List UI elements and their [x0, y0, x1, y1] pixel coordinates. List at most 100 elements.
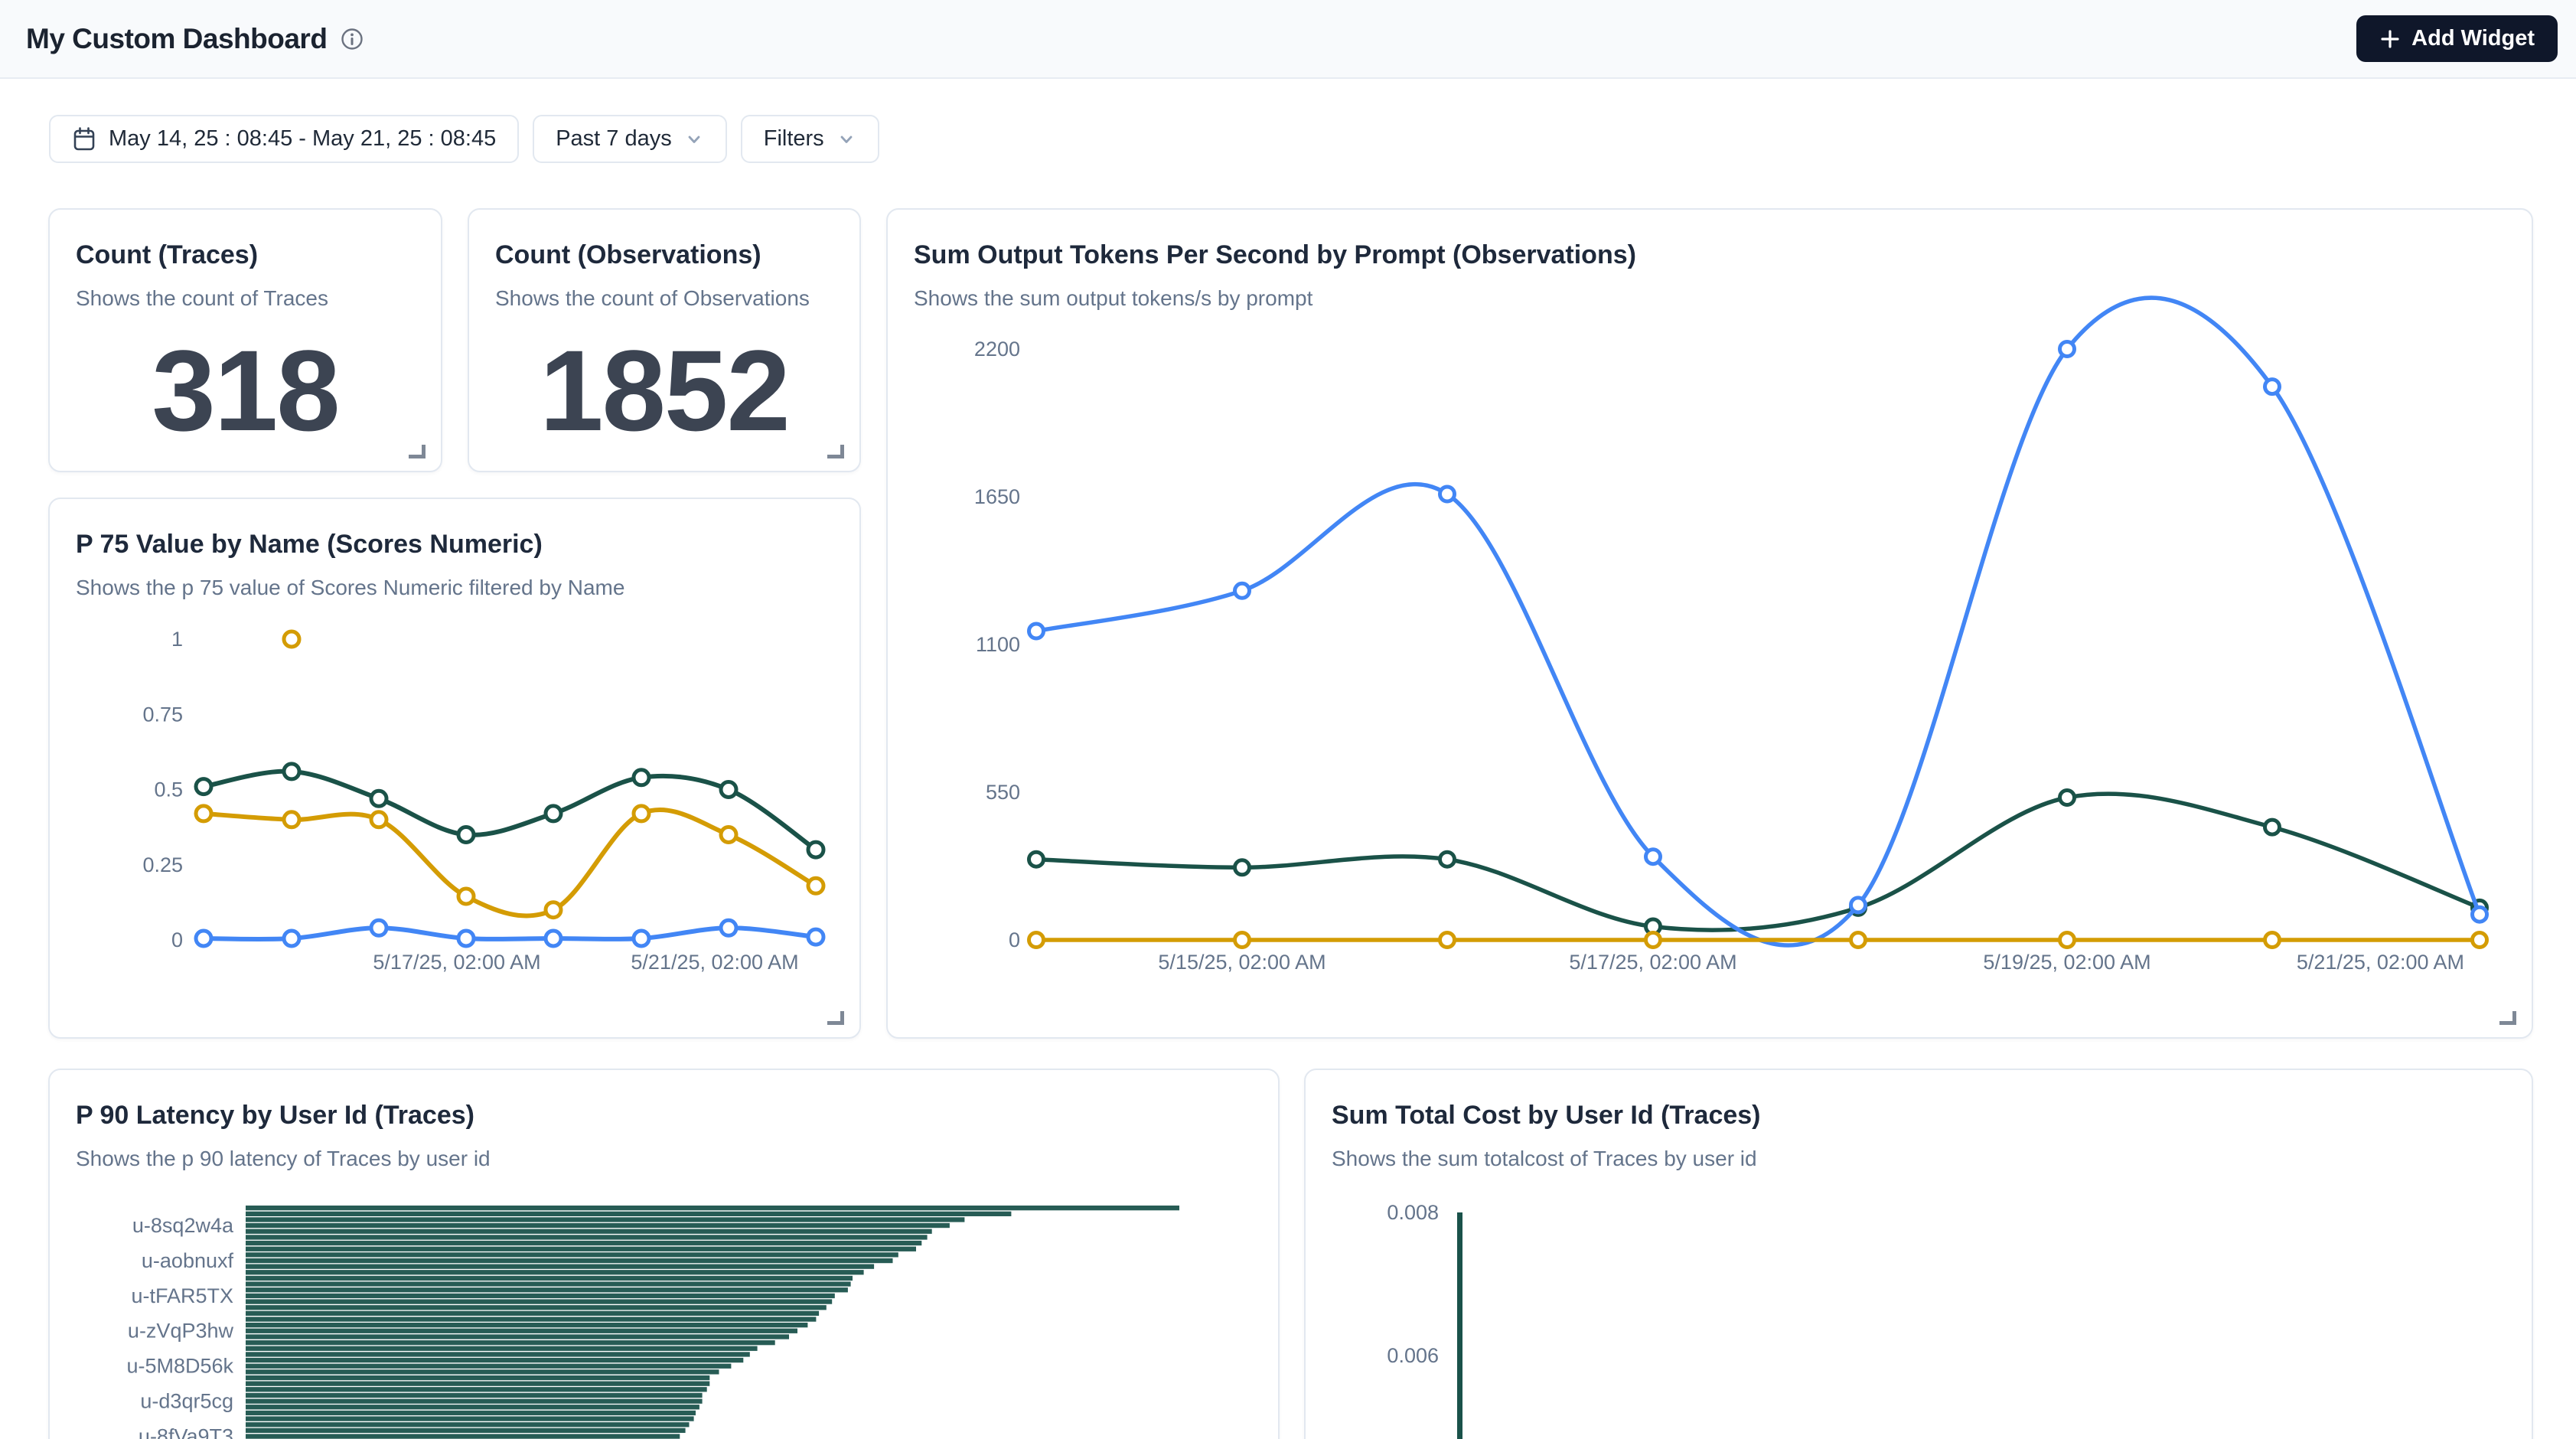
widget-subtitle: Shows the sum output tokens/s by prompt — [914, 286, 2509, 311]
data-point-score-b — [458, 889, 474, 904]
data-point-prompt-b — [1646, 850, 1661, 864]
data-point-score-a — [284, 764, 299, 779]
data-point-prompt-c — [1440, 933, 1455, 948]
latency-bar — [246, 1241, 921, 1245]
plus-icon — [2379, 28, 2401, 50]
latency-bar — [246, 1387, 707, 1392]
latency-bar — [246, 1217, 964, 1222]
chevron-down-icon — [836, 129, 856, 149]
y-tick-label: 2200 — [974, 338, 1020, 361]
filter-bar: May 14, 25 : 08:45 - May 21, 25 : 08:45 … — [49, 115, 879, 163]
chevron-down-icon — [684, 129, 704, 149]
latency-bar — [246, 1352, 750, 1356]
widget-p75-chart: 00.250.50.7515/17/25, 02:00 AM5/21/25, 0… — [48, 498, 861, 1039]
data-point-score-d — [284, 631, 299, 647]
latency-bar — [246, 1264, 874, 1269]
data-point-score-a — [634, 770, 649, 785]
data-point-prompt-b — [1851, 898, 1866, 912]
resize-handle-icon[interactable] — [827, 1011, 844, 1025]
data-point-score-b — [546, 902, 561, 918]
add-widget-button[interactable]: Add Widget — [2356, 15, 2558, 62]
data-point-score-c — [808, 929, 823, 945]
series-line-prompt-b — [1036, 298, 2480, 945]
data-point-prompt-a — [1029, 852, 1044, 866]
user-id-label: u-d3qr5cg — [140, 1390, 233, 1413]
widget-p90-chart: u-8sq2w4au-aobnuxfu-tFAR5TXu-zVqP3hwu-5M… — [48, 1069, 1280, 1439]
date-range-picker[interactable]: May 14, 25 : 08:45 - May 21, 25 : 08:45 — [49, 115, 519, 163]
data-point-score-b — [634, 806, 649, 821]
resize-handle-icon[interactable] — [2499, 1011, 2516, 1025]
resize-handle-icon[interactable] — [409, 445, 426, 458]
data-point-score-c — [634, 931, 649, 946]
latency-bar — [246, 1411, 696, 1415]
latency-bar — [246, 1346, 758, 1351]
latency-bar — [246, 1434, 680, 1438]
count-value: 1852 — [469, 325, 859, 457]
widget-subtitle: Shows the count of Observations — [495, 286, 836, 311]
calendar-icon — [72, 126, 96, 152]
x-tick-label: 5/17/25, 02:00 AM — [1569, 951, 1736, 974]
x-tick-label: 5/21/25, 02:00 AM — [2297, 951, 2464, 974]
y-tick-label: 0.008 — [1387, 1201, 1439, 1224]
latency-bar — [246, 1375, 709, 1380]
widget-cost-chart: 0.0080.006 Sum Total Cost by User Id (Tr… — [1304, 1069, 2533, 1439]
latency-bar — [246, 1364, 731, 1369]
latency-bar — [246, 1270, 864, 1274]
data-point-prompt-a — [2060, 791, 2075, 805]
widget-tokens-chart: 05501100165022005/15/25, 02:00 AM5/17/25… — [886, 208, 2533, 1039]
latency-bar — [246, 1382, 709, 1386]
x-tick-label: 5/19/25, 02:00 AM — [1983, 951, 2150, 974]
widget-title: P 75 Value by Name (Scores Numeric) — [76, 530, 836, 560]
x-tick-label: 5/15/25, 02:00 AM — [1158, 951, 1325, 974]
widget-count-traces: Count (Traces) Shows the count of Traces… — [48, 208, 442, 472]
user-id-label: u-8sq2w4a — [132, 1214, 234, 1237]
y-tick-label: 0.25 — [142, 853, 183, 876]
data-point-score-a — [458, 827, 474, 843]
data-point-score-c — [721, 920, 736, 935]
data-point-prompt-a — [2265, 820, 2280, 834]
widget-subtitle: Shows the sum totalcost of Traces by use… — [1332, 1147, 2509, 1171]
y-tick-label: 1100 — [976, 633, 1020, 656]
page-title: My Custom Dashboard — [26, 23, 327, 55]
data-point-prompt-b — [2060, 342, 2075, 357]
data-point-prompt-c — [2265, 933, 2280, 948]
latency-bar — [246, 1229, 932, 1234]
data-point-score-b — [808, 878, 823, 893]
user-id-label: u-5M8D56k — [126, 1355, 233, 1378]
data-point-score-c — [196, 931, 211, 946]
tokens-line-chart[interactable]: 05501100165022005/15/25, 02:00 AM5/17/25… — [888, 210, 2533, 1039]
data-point-prompt-c — [2060, 933, 2075, 948]
data-point-prompt-c — [1851, 933, 1866, 948]
filters-label: Filters — [764, 126, 824, 152]
filters-dropdown[interactable]: Filters — [741, 115, 879, 163]
time-preset-dropdown[interactable]: Past 7 days — [533, 115, 727, 163]
latency-bar — [246, 1358, 743, 1362]
add-widget-label: Add Widget — [2411, 26, 2535, 51]
data-point-prompt-c — [1646, 933, 1661, 948]
info-icon[interactable] — [341, 28, 364, 51]
app-header: My Custom Dashboard Add Widget — [0, 0, 2576, 79]
widget-title: Sum Output Tokens Per Second by Prompt (… — [914, 240, 2509, 270]
data-point-prompt-b — [2265, 380, 2280, 394]
latency-bar — [246, 1369, 719, 1374]
latency-bar — [246, 1393, 703, 1398]
y-tick-label: 1650 — [974, 485, 1020, 508]
latency-bar — [246, 1276, 853, 1281]
data-point-score-b — [721, 827, 736, 843]
y-tick-label: 0 — [171, 928, 183, 951]
x-tick-label: 5/17/25, 02:00 AM — [373, 951, 540, 974]
widget-title: Count (Traces) — [76, 240, 418, 270]
latency-bar — [246, 1323, 807, 1327]
latency-bar — [246, 1281, 851, 1286]
latency-bar — [246, 1329, 797, 1333]
data-point-score-c — [458, 931, 474, 946]
latency-bar — [246, 1405, 699, 1409]
user-id-label: u-8fVa9T3 — [139, 1424, 233, 1439]
resize-handle-icon[interactable] — [827, 445, 844, 458]
data-point-score-b — [284, 812, 299, 827]
widget-count-observations: Count (Observations) Shows the count of … — [468, 208, 861, 472]
data-point-score-c — [371, 920, 386, 935]
widget-subtitle: Shows the count of Traces — [76, 286, 418, 311]
latency-bar — [246, 1305, 827, 1310]
latency-bar — [246, 1399, 703, 1404]
